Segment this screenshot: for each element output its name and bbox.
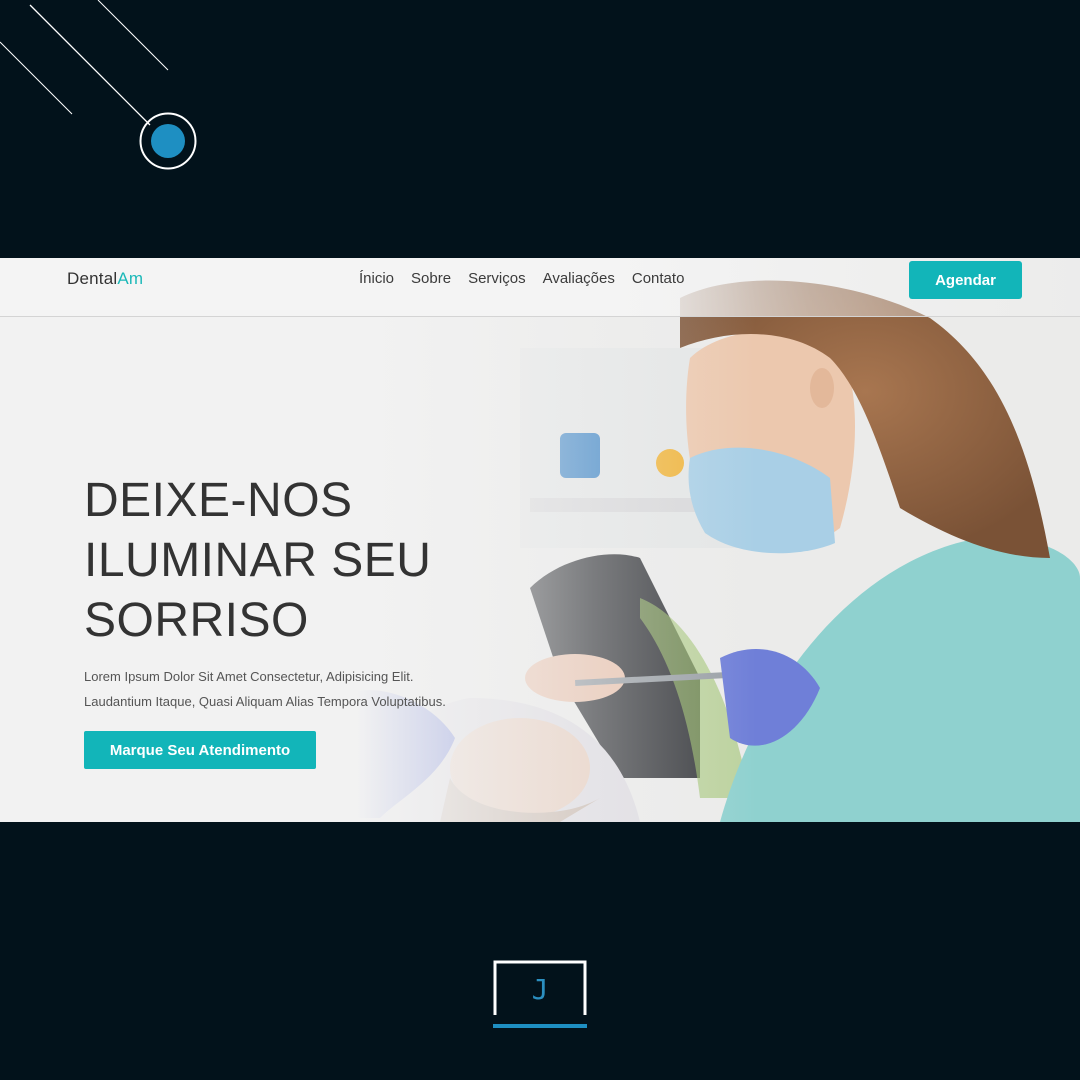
nav-menu: Ínicio Sobre Serviços Avaliações Contato	[359, 270, 684, 287]
navbar: DentalAm Ínicio Sobre Serviços Avaliaçõe…	[0, 258, 1080, 317]
book-appointment-button[interactable]: Marque Seu Atendimento	[84, 731, 316, 769]
hero-description: Lorem Ipsum Dolor Sit Amet Consectetur, …	[84, 669, 446, 709]
logo-text-accent: Am	[117, 269, 144, 288]
site-logo[interactable]: DentalAm	[67, 269, 143, 289]
nav-link-contato[interactable]: Contato	[632, 270, 685, 287]
nav-link-avaliacoes[interactable]: Avaliações	[543, 270, 615, 287]
website-screenshot: DentalAm Ínicio Sobre Serviços Avaliaçõe…	[0, 258, 1080, 822]
j-logo-mark-icon: J	[490, 957, 590, 1031]
j-logo-letter: J	[531, 973, 549, 1006]
decorative-lines-circle-icon	[0, 0, 197, 170]
hero-title: DEIXE-NOS ILUMINAR SEU SORRISO	[84, 474, 432, 647]
nav-link-inicio[interactable]: Ínicio	[359, 270, 394, 287]
nav-link-servicos[interactable]: Serviços	[468, 270, 526, 287]
logo-text-main: Dental	[67, 269, 118, 288]
nav-link-sobre[interactable]: Sobre	[411, 270, 451, 287]
agendar-button[interactable]: Agendar	[909, 261, 1022, 299]
